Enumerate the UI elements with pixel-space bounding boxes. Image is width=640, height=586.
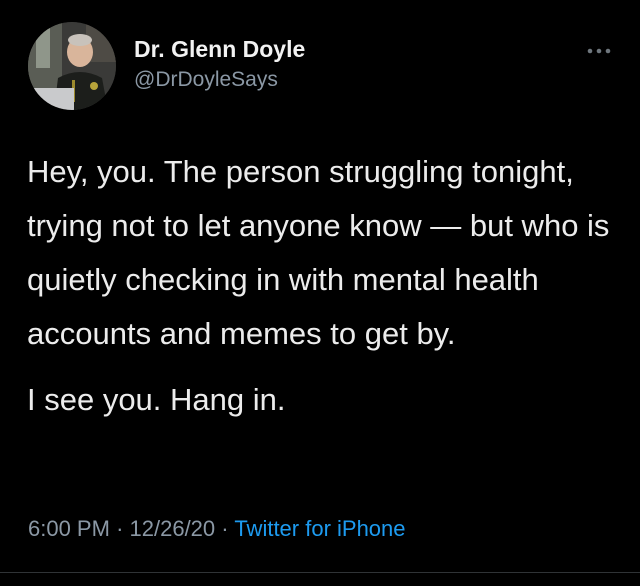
author-name[interactable]: Dr. Glenn Doyle [134,36,305,63]
tweet-date[interactable]: 12/26/20 [130,516,216,541]
tweet-paragraph: I see you. Hang in. [27,382,286,417]
tweet-meta: 6:00 PM · 12/26/20 · Twitter for iPhone [28,516,406,542]
divider [0,572,640,573]
avatar[interactable] [28,22,116,110]
meta-separator: · [221,516,229,541]
tweet-time[interactable]: 6:00 PM [28,516,110,541]
meta-separator: · [116,516,124,541]
tweet-source-link[interactable]: Twitter for iPhone [234,516,405,541]
more-dots-icon[interactable] [586,42,612,54]
author-handle[interactable]: @DrDoyleSays [134,68,278,92]
tweet-card: Dr. Glenn Doyle @DrDoyleSays Hey, you. T… [0,0,640,586]
tweet-text: Hey, you. The person struggling tonight,… [27,145,617,427]
tweet-paragraph: Hey, you. The person struggling tonight,… [27,154,610,351]
profile-photo-icon [28,22,116,110]
